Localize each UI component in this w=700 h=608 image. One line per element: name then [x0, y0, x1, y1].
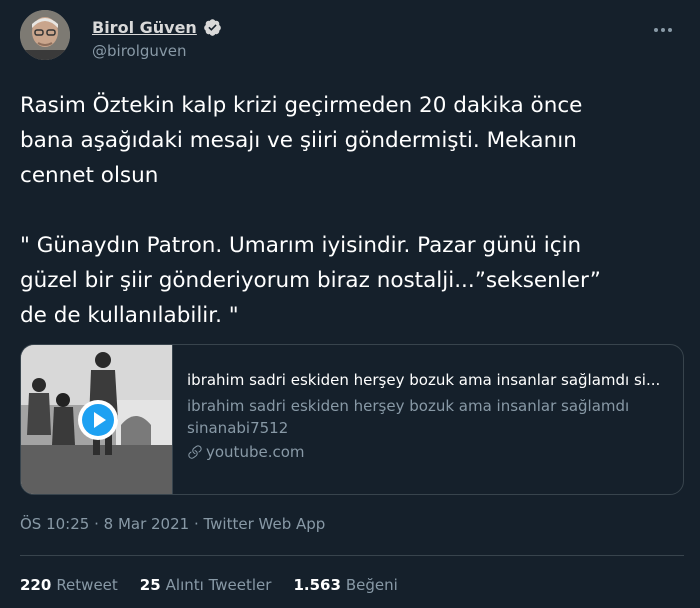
link-card-domain[interactable]: youtube.com [206, 443, 305, 461]
like-count: 1.563 [293, 576, 341, 594]
tweet-timestamp[interactable]: ÖS 10:25 · 8 Mar 2021 · Twitter Web App [20, 515, 325, 533]
play-icon[interactable] [77, 399, 119, 441]
verified-badge-icon [203, 19, 221, 36]
author-display-name[interactable]: Birol Güven [92, 18, 197, 37]
video-thumbnail[interactable] [21, 345, 173, 494]
retweet-count: 220 [20, 576, 52, 594]
link-card-domain-row: youtube.com [187, 443, 675, 461]
tweet-stats: 220 Retweet 25 Alıntı Tweetler 1.563 Beğ… [20, 576, 420, 594]
link-card-description-line: ibrahim sadri eskiden herşey bozuk ama i… [187, 397, 630, 415]
more-options-icon[interactable] [650, 20, 676, 40]
quote-tweet-label: Alıntı Tweetler [165, 576, 272, 594]
divider [20, 555, 684, 556]
author-handle[interactable]: @birolguven [92, 42, 187, 60]
link-icon [188, 445, 202, 459]
link-card-channel: sinanabi7512 [187, 419, 289, 437]
like-stat[interactable]: 1.563 Beğeni [293, 576, 397, 594]
tweet-text: Rasim Öztekin kalp krizi geçirmeden 20 d… [20, 93, 601, 328]
retweet-label: Retweet [56, 576, 118, 594]
link-card-title[interactable]: ibrahim sadri eskiden herşey bozuk ama i… [187, 371, 675, 393]
retweet-stat[interactable]: 220 Retweet [20, 576, 118, 594]
avatar[interactable] [20, 10, 70, 60]
quote-tweet-stat[interactable]: 25 Alıntı Tweetler [140, 576, 272, 594]
link-card-text: ibrahim sadri eskiden herşey bozuk ama i… [187, 371, 675, 461]
link-card[interactable]: ibrahim sadri eskiden herşey bozuk ama i… [20, 344, 684, 495]
link-card-description: ibrahim sadri eskiden herşey bozuk ama i… [187, 395, 675, 439]
like-label: Beğeni [345, 576, 398, 594]
tweet-header: Birol Güven @birolguven [20, 8, 680, 66]
author-name-row: Birol Güven [92, 18, 222, 37]
quote-tweet-count: 25 [139, 576, 161, 594]
